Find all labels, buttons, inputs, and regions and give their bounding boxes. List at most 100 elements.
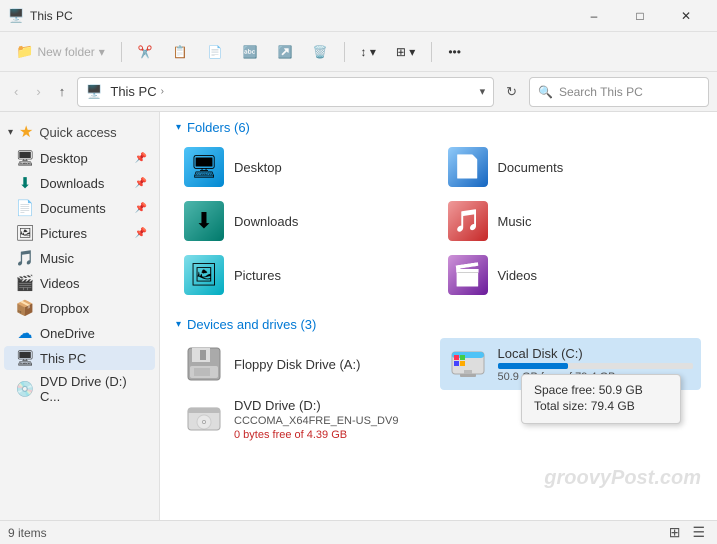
sidebar-item-dropbox[interactable]: 📦 Dropbox (4, 296, 155, 320)
quick-access-label: Quick access (39, 125, 116, 140)
sidebar-item-pictures[interactable]: 🖼 Pictures 📌 (4, 221, 155, 245)
sidebar-thispc-label: This PC (40, 351, 86, 366)
folder-item-pictures[interactable]: 🖼 Pictures (176, 249, 438, 301)
forward-button[interactable]: › (30, 80, 46, 103)
toolbar-separator-1 (121, 42, 122, 62)
folder-item-documents[interactable]: 📄 Documents (440, 141, 702, 193)
music-folder-icon: 🎵 (448, 201, 488, 241)
drive-grid: Floppy Disk Drive (A:) (160, 338, 717, 455)
desktop-pin-icon: 📌 (135, 153, 147, 164)
videos-folder-icon: 🎬 (448, 255, 488, 295)
sidebar-item-videos[interactable]: 🎬 Videos (4, 271, 155, 295)
address-path: 🖥️ This PC › (86, 84, 479, 100)
list-view-button[interactable]: ☰ (688, 522, 709, 543)
status-count: 9 items (8, 526, 47, 540)
sidebar-item-downloads[interactable]: ⬇ Downloads 📌 (4, 171, 155, 195)
floppy-drive-info: Floppy Disk Drive (A:) (234, 357, 430, 372)
copy-button[interactable]: 📋 (165, 41, 196, 63)
sidebar-dropbox-label: Dropbox (40, 301, 89, 316)
tooltip-total-size-val: 79.4 GB (591, 399, 635, 413)
paste-button[interactable]: 📄 (200, 41, 231, 63)
cut-button[interactable]: ✂️ (130, 41, 161, 63)
folder-item-videos[interactable]: 🎬 Videos (440, 249, 702, 301)
search-box[interactable]: 🔍 Search This PC (529, 77, 709, 107)
floppy-drive-icon (184, 344, 224, 384)
more-button[interactable]: ••• (440, 41, 469, 63)
new-folder-button[interactable]: 📁 New folder ▾ (8, 39, 113, 64)
folders-section-header[interactable]: ▾ Folders (6) (160, 112, 717, 141)
dvdd-drive-free: 0 bytes free of 4.39 GB (234, 429, 430, 441)
sidebar-item-music[interactable]: 🎵 Music (4, 246, 155, 270)
downloads-pin-icon: 📌 (135, 178, 147, 189)
sidebar-dvddrive-label: DVD Drive (D:) C... (40, 374, 147, 404)
folder-item-downloads[interactable]: ⬇ Downloads (176, 195, 438, 247)
folder-item-desktop[interactable]: 🖥 Desktop (176, 141, 438, 193)
drive-item-dvdd[interactable]: DVD Drive (D:) CCCOMA_X64FRE_EN-US_DV9 0… (176, 392, 438, 447)
dvdd-drive-name: DVD Drive (D:) (234, 398, 430, 413)
up-button[interactable]: ↑ (53, 80, 72, 103)
address-separator: › (161, 86, 164, 97)
dropbox-icon: 📦 (16, 299, 34, 317)
sidebar-item-desktop[interactable]: 🖥 Desktop 📌 (4, 146, 155, 170)
sidebar-desktop-label: Desktop (40, 151, 88, 166)
dvdd-drive-info: DVD Drive (D:) CCCOMA_X64FRE_EN-US_DV9 0… (234, 398, 430, 441)
localc-bar (498, 363, 568, 369)
view-button[interactable]: ⊞ ▾ (388, 41, 423, 63)
sidebar-item-onedrive[interactable]: ☁ OneDrive (4, 321, 155, 345)
copy-icon: 📋 (173, 45, 188, 59)
music-folder-name: Music (498, 214, 532, 229)
minimize-button[interactable]: – (571, 0, 617, 32)
grid-view-button[interactable]: ⊞ (665, 522, 685, 543)
dvdd-drive-icon (184, 400, 224, 440)
folder-grid: 🖥 Desktop 📄 Documents ⬇ Downloads (160, 141, 717, 309)
more-icon: ••• (448, 45, 461, 59)
drives-chevron-icon: ▾ (176, 319, 181, 330)
videos-icon: 🎬 (16, 274, 34, 292)
music-icon: 🎵 (16, 249, 34, 267)
documents-pin-icon: 📌 (135, 203, 147, 214)
localc-drive-icon (448, 344, 488, 384)
downloads-folder-name: Downloads (234, 214, 298, 229)
tooltip-total-size-row: Total size: 79.4 GB (534, 399, 668, 413)
downloads-folder-icon: ⬇ (184, 201, 224, 241)
app-icon: 🖥️ (8, 8, 24, 24)
thispc-icon: 🖥 (16, 349, 34, 367)
title-bar-title: This PC (30, 9, 73, 23)
sidebar-item-documents[interactable]: 📄 Documents 📌 (4, 196, 155, 220)
sidebar-documents-label: Documents (40, 201, 106, 216)
pictures-folder-icon: 🖼 (184, 255, 224, 295)
sidebar-item-thispc[interactable]: 🖥 This PC (4, 346, 155, 370)
share-button[interactable]: ↗️ (270, 41, 301, 63)
sidebar-pictures-label: Pictures (40, 226, 87, 241)
sort-button[interactable]: ↕ ▾ (353, 41, 384, 63)
sidebar: ▾ ★ Quick access 🖥 Desktop 📌 ⬇ Downloads… (0, 112, 160, 520)
folder-item-music[interactable]: 🎵 Music (440, 195, 702, 247)
drives-section-header[interactable]: ▾ Devices and drives (3) (160, 309, 717, 338)
tooltip-space-free-label: Space free: (534, 383, 595, 397)
sidebar-item-dvddrive[interactable]: 💿 DVD Drive (D:) C... (4, 371, 155, 407)
maximize-button[interactable]: □ (617, 0, 663, 32)
drive-item-localc[interactable]: Local Disk (C:) 50.9 GB free of 79.4 GB … (440, 338, 702, 390)
downloads-icon: ⬇ (16, 174, 34, 192)
desktop-folder-name: Desktop (234, 160, 282, 175)
quick-access-chevron-icon: ▾ (8, 127, 13, 138)
delete-button[interactable]: 🗑️ (305, 41, 336, 63)
rename-icon: 🔤 (243, 45, 258, 59)
toolbar-separator-3 (431, 42, 432, 62)
refresh-button[interactable]: ↻ (500, 80, 523, 104)
rename-button[interactable]: 🔤 (235, 41, 266, 63)
drive-item-floppy[interactable]: Floppy Disk Drive (A:) (176, 338, 438, 390)
documents-folder-name: Documents (498, 160, 564, 175)
paste-icon: 📄 (208, 45, 223, 59)
close-button[interactable]: ✕ (663, 0, 709, 32)
sidebar-quick-access-header[interactable]: ▾ ★ Quick access (4, 119, 155, 145)
sidebar-videos-label: Videos (40, 276, 80, 291)
back-button[interactable]: ‹ (8, 80, 24, 103)
new-folder-icon: 📁 (16, 43, 33, 60)
dvdd-drive-subtitle: CCCOMA_X64FRE_EN-US_DV9 (234, 415, 430, 427)
address-dropdown-button[interactable]: ▾ (480, 85, 486, 98)
quick-access-star-icon: ★ (19, 122, 33, 142)
address-input[interactable]: 🖥️ This PC › ▾ (77, 77, 494, 107)
search-placeholder: Search This PC (559, 85, 643, 99)
main-layout: ▾ ★ Quick access 🖥 Desktop 📌 ⬇ Downloads… (0, 112, 717, 520)
